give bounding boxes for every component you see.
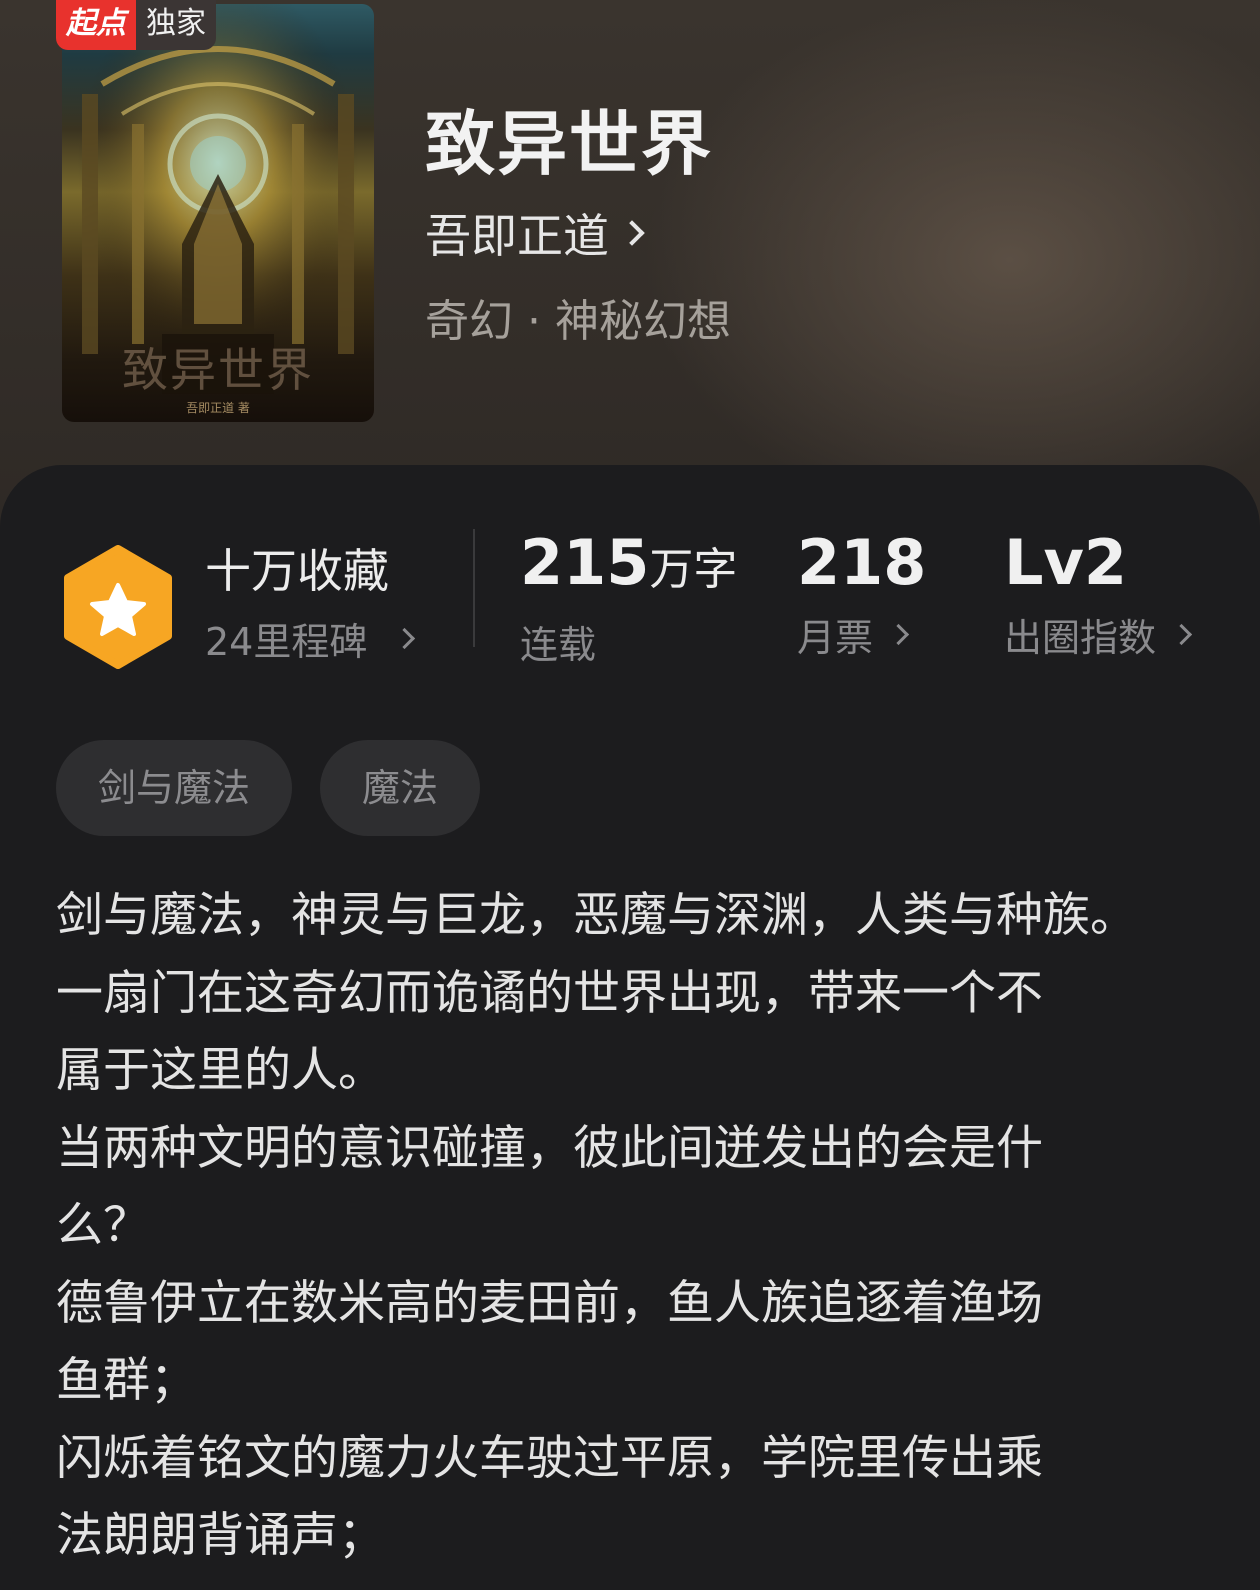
- synopsis-line: 德鲁伊立在数米高的麦田前，鱼人族追逐着渔场: [56, 1275, 1043, 1331]
- stats-divider: [473, 529, 475, 647]
- word-count-value: 215: [520, 526, 650, 599]
- tag-list: 剑与魔法 魔法: [56, 740, 481, 836]
- synopsis-line: 一扇门在这奇幻而诡谲的世界出现，带来一个不: [56, 965, 1043, 1021]
- synopsis-line: 么？: [56, 1198, 150, 1253]
- serial-status-label: 连载: [520, 623, 597, 667]
- synopsis-line: 闪烁着铭文的魔力火车驶过平原，学院里传出乘: [56, 1430, 1043, 1486]
- star-hexagon-icon[interactable]: [62, 545, 174, 669]
- cover-author-art: 吾即正道 著: [186, 401, 250, 415]
- book-title: 致异世界: [425, 102, 713, 185]
- popularity-level-value: Lv2: [1004, 526, 1128, 599]
- chevron-right-icon: [619, 220, 645, 246]
- badge-exclusive: 独家: [136, 0, 216, 50]
- book-detail-page: 致异世界 吾即正道 著 起点 独家 致异世界 吾即正道 奇幻 · 神秘幻想 十万…: [0, 0, 1260, 1590]
- chevron-right-icon: [1170, 623, 1193, 646]
- word-count-unit: 万字: [649, 544, 738, 595]
- synopsis-text: 剑与魔法，神灵与巨龙，恶魔与深渊，人类与种族。 一扇门在这奇幻而诡谲的世界出现，…: [56, 877, 1216, 1575]
- exclusive-badge: 起点 独家: [56, 0, 216, 50]
- author-name: 吾即正道: [425, 209, 609, 263]
- book-info-card: 十万收藏 24里程碑 215万字 连载 218 月票 Lv2 出圈指数 剑与魔法…: [0, 465, 1260, 1590]
- tag-chip[interactable]: 魔法: [320, 740, 481, 836]
- milestone-row: 24里程碑: [205, 611, 416, 666]
- monthly-ticket-stat[interactable]: 218 月票: [797, 527, 926, 662]
- milestone-label: 24里程碑: [205, 620, 368, 664]
- monthly-ticket-value: 218: [797, 526, 927, 599]
- genre-label: 奇幻 · 神秘幻想: [425, 296, 731, 347]
- synopsis-line: 鱼群；: [56, 1353, 197, 1408]
- word-count-stat: 215万字 连载: [520, 527, 737, 669]
- popularity-index-stat[interactable]: Lv2 出圈指数: [1004, 526, 1193, 662]
- synopsis-line: 法朗朗背诵声；: [56, 1508, 385, 1563]
- badge-brand: 起点: [56, 0, 136, 50]
- collection-count: 十万收藏: [205, 544, 389, 598]
- synopsis-line: 当两种文明的意识碰撞，彼此间迸发出的会是什: [56, 1120, 1043, 1176]
- cover-title-art: 致异世界: [122, 343, 314, 397]
- chevron-right-icon: [394, 627, 416, 650]
- synopsis-line: 属于这里的人。: [56, 1043, 385, 1098]
- monthly-ticket-label: 月票: [797, 616, 874, 660]
- synopsis-line: 剑与魔法，神灵与巨龙，恶魔与深渊，人类与种族。: [56, 888, 1137, 943]
- tag-chip[interactable]: 剑与魔法: [56, 740, 293, 836]
- chevron-right-icon: [887, 623, 910, 646]
- author-link[interactable]: 吾即正道: [425, 200, 645, 266]
- collection-milestone[interactable]: 十万收藏 24里程碑: [205, 535, 416, 666]
- book-cover[interactable]: 致异世界 吾即正道 著: [62, 4, 374, 422]
- popularity-index-label: 出圈指数: [1004, 616, 1157, 660]
